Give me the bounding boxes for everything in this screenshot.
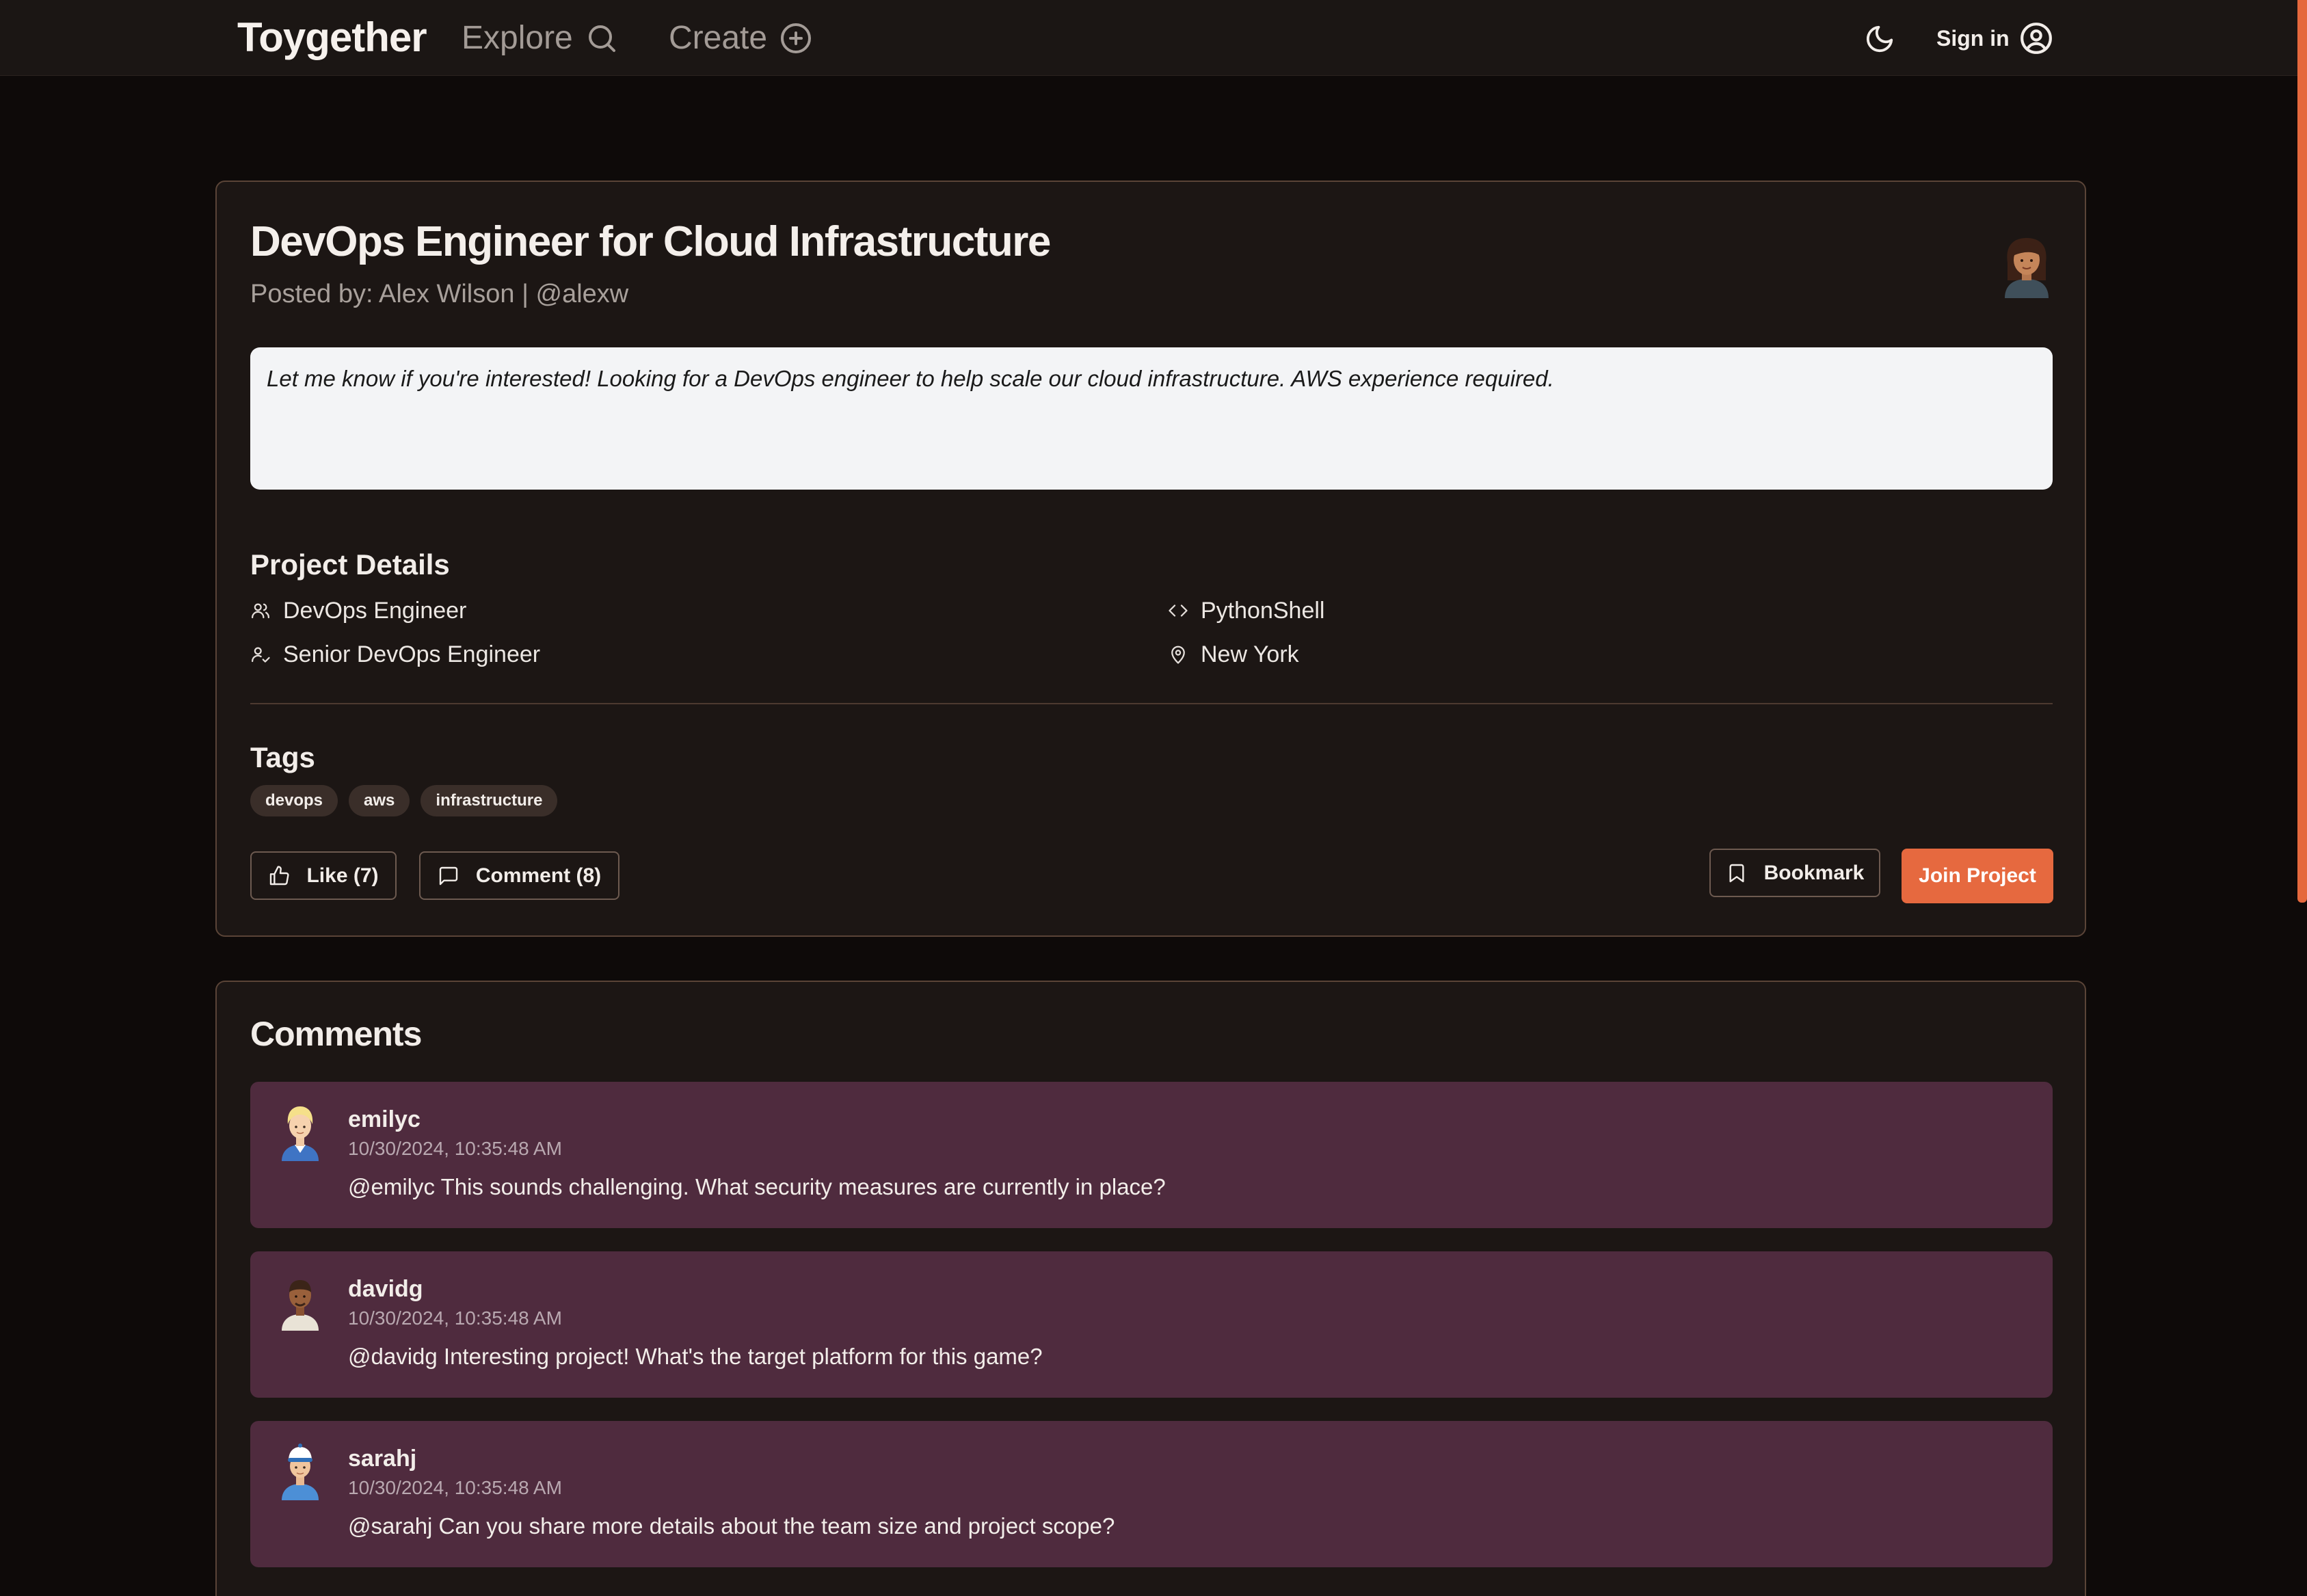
nav-create-link[interactable]: Create — [669, 19, 812, 57]
user-circle-icon — [2020, 23, 2052, 54]
detail-level-text: Senior DevOps Engineer — [283, 641, 541, 667]
tags-heading: Tags — [250, 741, 315, 773]
search-icon — [588, 25, 615, 52]
comment-username[interactable]: sarahj — [348, 1444, 416, 1473]
tag-list: devops aws infrastructure — [250, 785, 558, 816]
comment-text: @davidg Interesting project! What's the … — [348, 1344, 1043, 1369]
tag-infrastructure[interactable]: infrastructure — [421, 785, 558, 816]
nav-explore-label: Explore — [462, 20, 573, 56]
like-button[interactable]: Like (7) — [250, 851, 397, 900]
brand-logo[interactable]: Toygether — [237, 15, 427, 60]
detail-tech: PythonShell — [1168, 595, 1324, 626]
owner-avatar[interactable] — [1992, 230, 2061, 298]
detail-level: Senior DevOps Engineer — [250, 639, 540, 670]
like-label: Like (7) — [306, 864, 379, 887]
comments-card: Comments emilyc 10/30/2024, 10:35:48 AM … — [215, 981, 2086, 1596]
comment-text: @emilyc This sounds challenging. What se… — [348, 1174, 1166, 1199]
posted-by: Posted by: Alex Wilson | @alexw — [250, 280, 629, 308]
bookmark-icon — [1729, 864, 1744, 882]
detail-location: New York — [1168, 639, 1299, 670]
comment-timestamp: 10/30/2024, 10:35:48 AM — [348, 1477, 562, 1498]
nav-create-label: Create — [669, 20, 768, 56]
commenter-avatar[interactable] — [278, 1441, 323, 1500]
section-divider — [250, 703, 2053, 704]
tag-aws[interactable]: aws — [349, 785, 410, 816]
scrollbar-thumb[interactable] — [2297, 0, 2307, 903]
user-check-icon — [251, 647, 270, 663]
comment-timestamp: 10/30/2024, 10:35:48 AM — [348, 1138, 562, 1159]
project-details-heading: Project Details — [250, 548, 450, 581]
comment-text: @sarahj Can you share more details about… — [348, 1513, 1115, 1539]
nav-explore-link[interactable]: Explore — [462, 19, 618, 57]
comment-username[interactable]: davidg — [348, 1275, 423, 1303]
map-pin-icon — [1171, 646, 1185, 664]
users-icon — [252, 603, 269, 619]
bookmark-button[interactable]: Bookmark — [1709, 849, 1880, 897]
tag-devops[interactable]: devops — [250, 785, 338, 816]
project-title: DevOps Engineer for Cloud Infrastructure — [250, 218, 1051, 265]
project-card: DevOps Engineer for Cloud Infrastructure… — [215, 181, 2086, 937]
detail-role: DevOps Engineer — [250, 595, 466, 626]
project-description: Let me know if you're interested! Lookin… — [250, 347, 2053, 490]
join-project-button[interactable]: Join Project — [1902, 849, 2053, 903]
comment-button[interactable]: Comment (8) — [419, 851, 619, 900]
sign-in-label: Sign in — [1936, 26, 2010, 51]
comments-heading: Comments — [250, 1015, 422, 1053]
comment-username[interactable]: emilyc — [348, 1105, 421, 1134]
detail-role-text: DevOps Engineer — [283, 598, 467, 624]
top-navbar: Toygether Explore Create Sign in — [0, 0, 2307, 76]
comment-timestamp: 10/30/2024, 10:35:48 AM — [348, 1307, 562, 1329]
bookmark-label: Bookmark — [1763, 861, 1865, 884]
comment-item: sarahj 10/30/2024, 10:35:48 AM @sarahj C… — [250, 1421, 2053, 1567]
commenter-avatar[interactable] — [278, 1272, 323, 1331]
detail-tech-text: PythonShell — [1201, 598, 1325, 624]
plus-circle-icon — [781, 23, 812, 53]
detail-location-text: New York — [1201, 641, 1299, 667]
message-square-icon — [439, 866, 458, 885]
moon-icon[interactable] — [1864, 23, 1895, 55]
comment-label: Comment (8) — [475, 864, 602, 887]
sign-in-button[interactable]: Sign in — [1936, 19, 2053, 57]
thumbs-up-icon — [270, 865, 290, 885]
commenter-avatar[interactable] — [278, 1102, 323, 1161]
comment-item: davidg 10/30/2024, 10:35:48 AM @davidg I… — [250, 1251, 2053, 1398]
code-icon — [1169, 604, 1188, 617]
comment-item: emilyc 10/30/2024, 10:35:48 AM @emilyc T… — [250, 1082, 2053, 1228]
